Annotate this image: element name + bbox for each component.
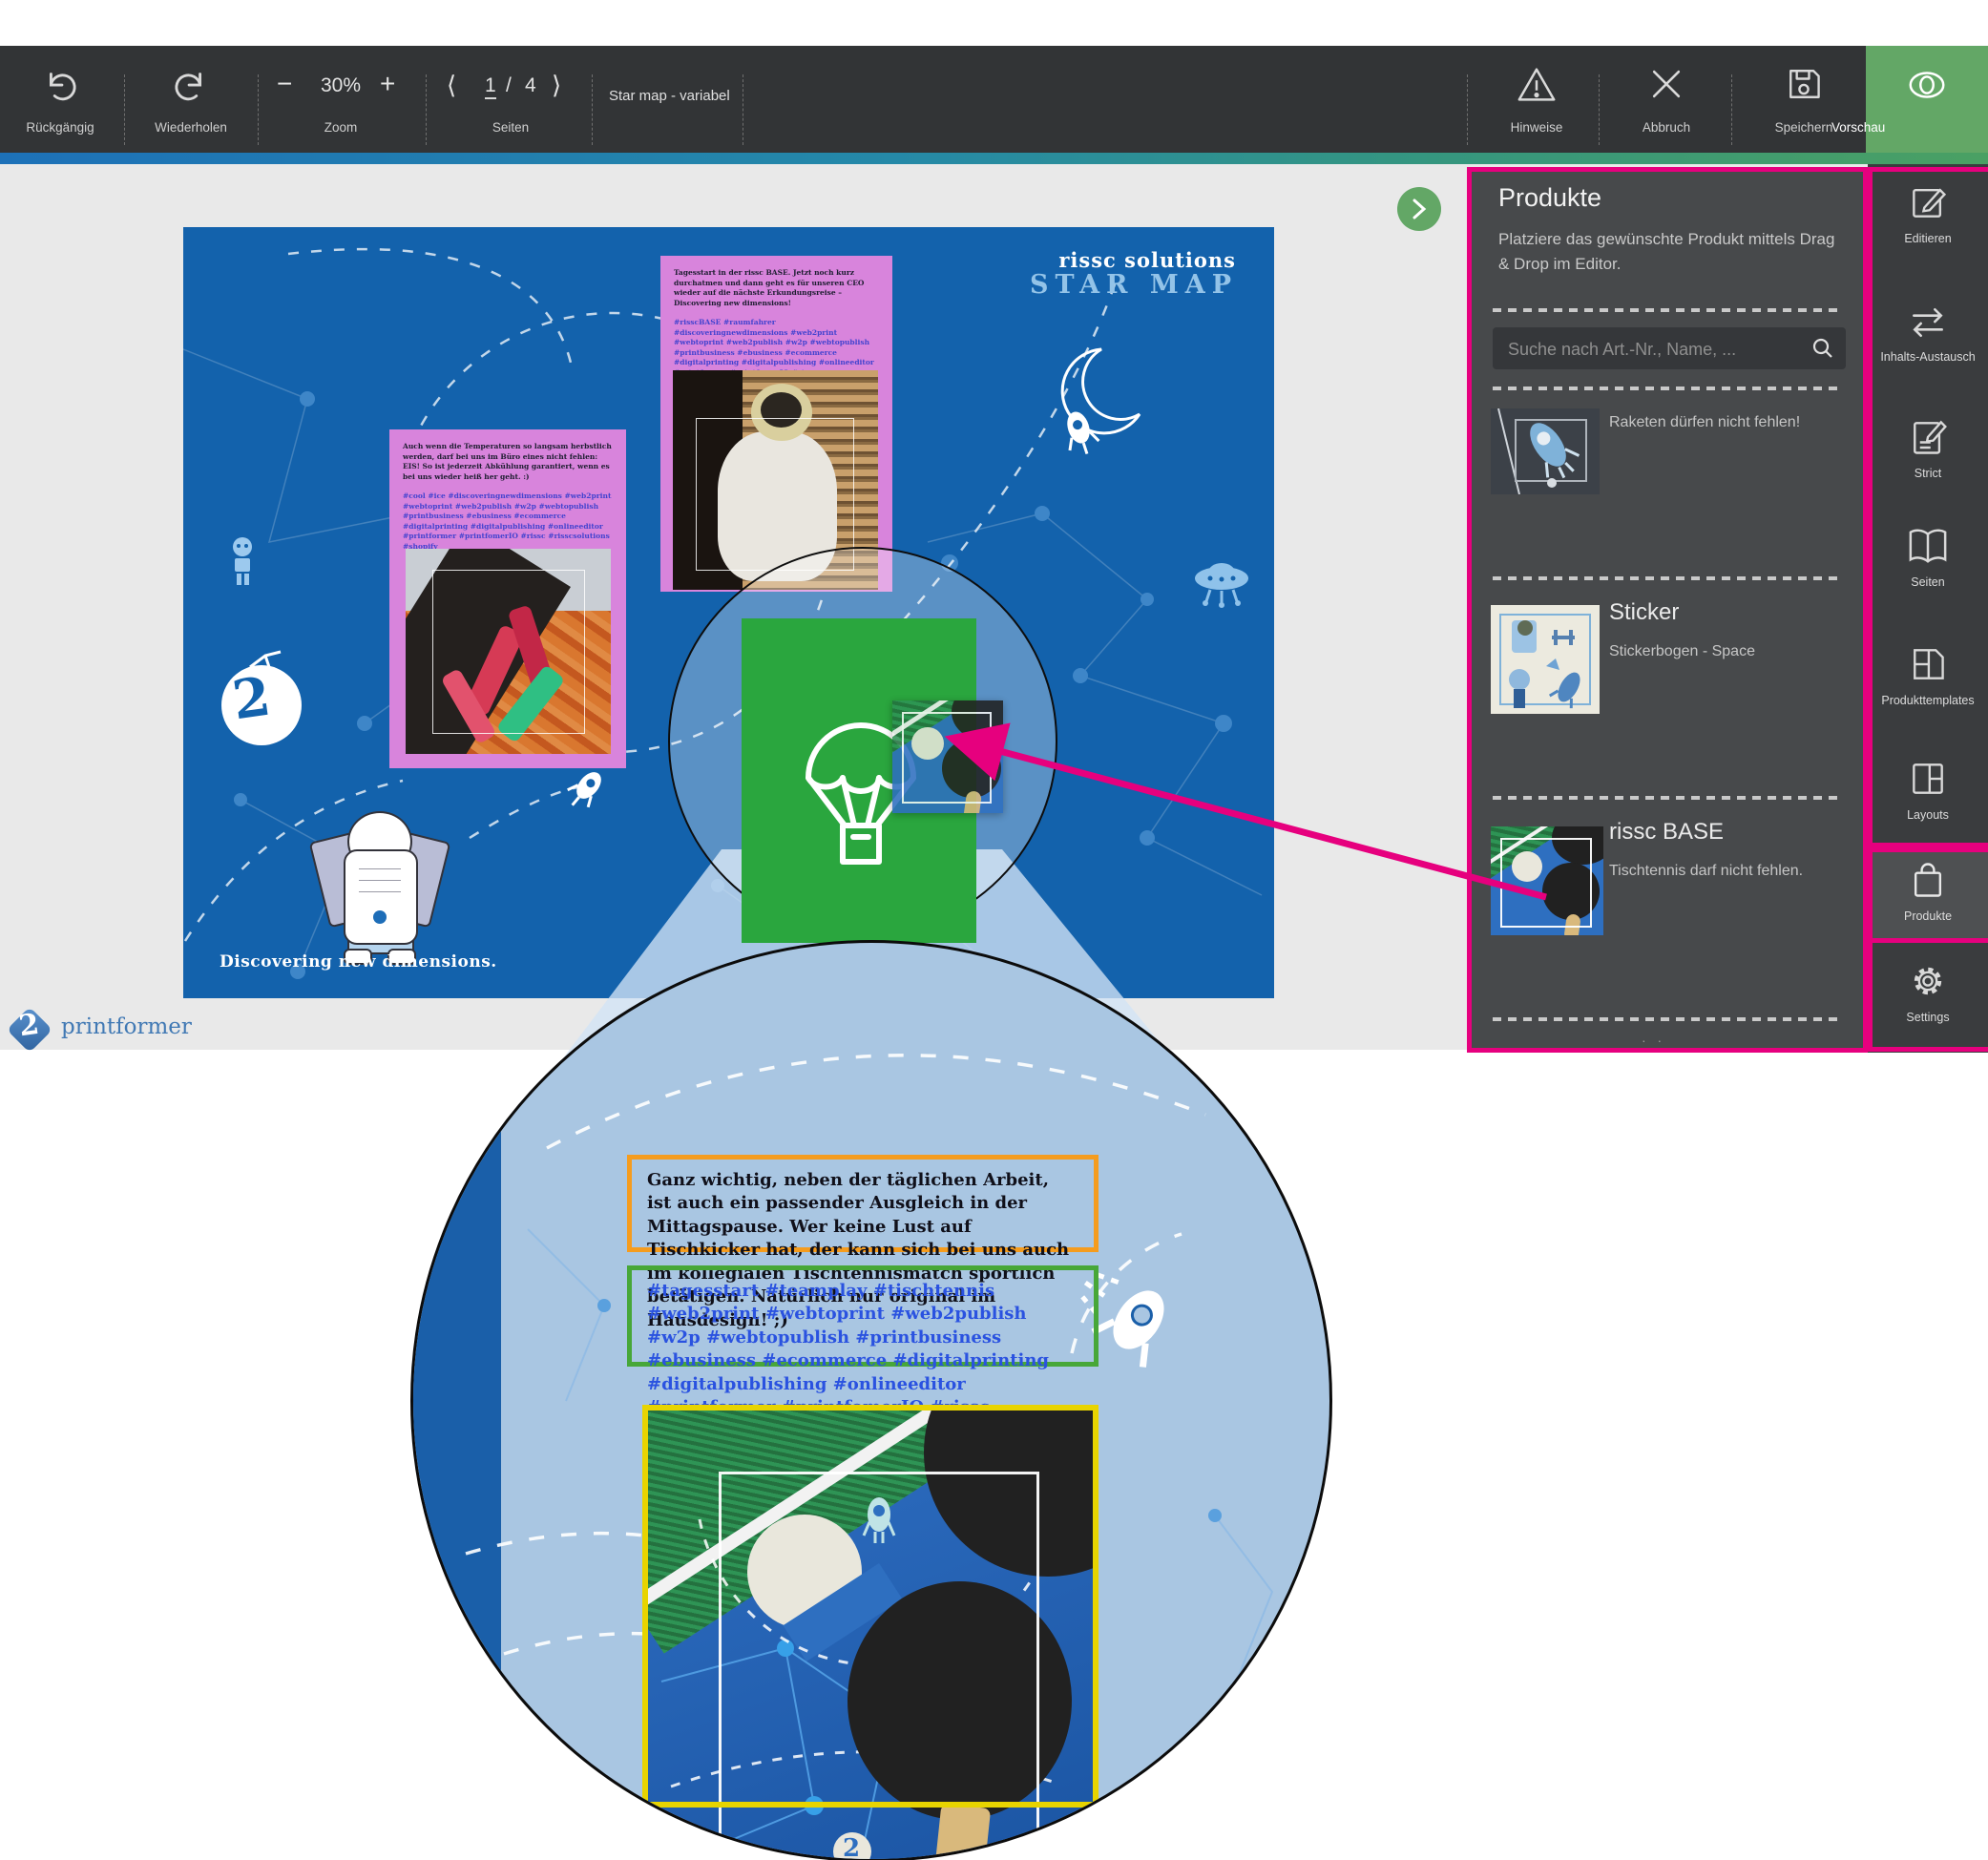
panel-title: Produkte	[1498, 183, 1601, 213]
rail-item-inhalts-austausch[interactable]: Inhalts-Austausch	[1868, 303, 1988, 364]
rail-item-seiten[interactable]: Seiten	[1868, 527, 1988, 589]
content-swap-icon	[1907, 303, 1949, 342]
product-thumbnail	[1491, 826, 1603, 935]
brand-line1: rissc solutions	[1058, 248, 1236, 272]
product-description: Stickerbogen - Space	[1609, 641, 1848, 662]
settings-gear-icon	[1907, 960, 1949, 1002]
pages-book-icon	[1906, 527, 1950, 567]
moon-icon	[1062, 349, 1140, 433]
rail-item-layouts[interactable]: Layouts	[1868, 758, 1988, 822]
magnifier-detail-circle: Ganz wichtig, neben der täglichen Arbeit…	[410, 940, 1332, 1860]
product-description: Raketen dürfen nicht fehlen!	[1609, 412, 1848, 433]
search-icon	[1811, 337, 1834, 360]
strict-document-icon	[1907, 416, 1949, 458]
progress-gradient-bar	[0, 153, 1988, 164]
telescope-icon	[244, 650, 286, 669]
product-description: Tischtennis darf nicht fehlen.	[1609, 861, 1848, 882]
note-text: Auch wenn die Temperaturen so langsam he…	[403, 442, 613, 482]
panel-subtitle: Platziere das gewünschte Produkt mittels…	[1498, 227, 1838, 276]
hints-button[interactable]: Hinweise	[1489, 46, 1584, 153]
dashed-divider	[1493, 576, 1842, 580]
products-panel: Produkte Platziere das gewünschte Produk…	[1467, 167, 1868, 1053]
alien-icon	[233, 537, 252, 585]
dashed-divider	[1493, 387, 1842, 390]
rocket-icon	[1059, 408, 1102, 459]
note-text: Tagesstart in der rissc BASE. Jetzt noch…	[674, 268, 879, 308]
cancel-button[interactable]: Abbruch	[1621, 46, 1712, 153]
rail-item-produkte[interactable]: Produkte	[1868, 859, 1988, 923]
dashed-divider	[1493, 308, 1842, 312]
rail-item-editieren[interactable]: Editieren	[1868, 181, 1988, 245]
dragged-product-thumbnail[interactable]	[892, 700, 1003, 813]
search-input[interactable]	[1506, 327, 1806, 371]
rail-item-settings[interactable]: Settings	[1868, 960, 1988, 1024]
undo-icon	[38, 63, 82, 112]
page-separator: /	[506, 74, 512, 97]
layouts-icon	[1907, 758, 1949, 800]
close-icon	[1645, 63, 1687, 110]
page-current-input[interactable]: 1	[485, 74, 496, 99]
warning-icon	[1515, 63, 1559, 112]
product-search[interactable]	[1493, 327, 1846, 369]
pages-label: Seiten	[415, 120, 606, 135]
preview-eye-icon	[1905, 63, 1949, 112]
dashed-divider	[1493, 1017, 1842, 1021]
dashed-divider	[1493, 796, 1842, 800]
magnified-hashtag-block: #tagesstart #teamplay #tischtennis #web2…	[627, 1265, 1099, 1367]
save-button[interactable]: Speichern	[1754, 46, 1853, 153]
poster-edge-strip	[413, 943, 501, 1859]
toolbar-divider	[592, 74, 593, 145]
rocket-icon	[562, 765, 609, 814]
image-bounds-annotation	[642, 1405, 1099, 1808]
edit-icon	[1907, 181, 1949, 223]
rocket-chalk-icon	[1491, 408, 1600, 494]
products-bag-icon	[1907, 859, 1949, 901]
redo-button[interactable]: Wiederholen	[148, 46, 234, 153]
next-item-hint: · ·	[1642, 1033, 1665, 1048]
document-name: Star map - variabel	[609, 88, 730, 104]
product-templates-icon	[1907, 643, 1949, 685]
undo-button[interactable]: Rückgängig	[17, 46, 103, 153]
note-hashtags: #cool #ice #discoveringnewdimensions #we…	[403, 491, 613, 552]
ice-pops-photo	[406, 549, 611, 754]
zoom-label: Zoom	[245, 120, 436, 135]
chevron-right-icon	[1410, 198, 1429, 220]
social-post-note-left[interactable]: Auch wenn die Temperaturen so langsam he…	[389, 429, 626, 768]
zoom-value: 30%	[321, 74, 361, 97]
redo-icon	[169, 63, 213, 112]
product-title: rissc BASE	[1609, 819, 1724, 846]
zoom-out-button[interactable]: −	[277, 69, 292, 99]
product-title: Sticker	[1609, 599, 1679, 626]
magnified-text-block: Ganz wichtig, neben der täglichen Arbeit…	[627, 1155, 1099, 1252]
zoom-in-button[interactable]: +	[380, 69, 395, 99]
editor-window: Rückgängig Wiederholen − 30% + Zoom ⟨ 1 …	[0, 0, 1988, 1860]
page-prev-icon[interactable]: ⟨	[447, 71, 456, 100]
page-total: 4	[525, 74, 536, 97]
social-post-note-top[interactable]: Tagesstart in der rissc BASE. Jetzt noch…	[660, 256, 892, 592]
zoom-group: − 30% + Zoom	[271, 46, 410, 153]
preview-button[interactable]: Vorschau	[1866, 46, 1988, 153]
preview-label: Vorschau	[1831, 120, 1988, 135]
rissc-planet-logo: 2	[221, 665, 302, 745]
printformer-logo-text: printformer	[61, 1014, 192, 1039]
tool-rail: Editieren Inhalts-Austausch Strict Seite…	[1868, 164, 1988, 1053]
pages-group: ⟨ 1 / 4 ⟩ Seiten	[439, 46, 582, 153]
rail-item-produkttemplates[interactable]: Produkttemplates	[1868, 643, 1988, 707]
product-thumbnail	[1491, 408, 1600, 494]
rail-item-strict[interactable]: Strict	[1868, 416, 1988, 480]
page-next-icon[interactable]: ⟩	[552, 71, 561, 100]
top-toolbar: Rückgängig Wiederholen − 30% + Zoom ⟨ 1 …	[0, 46, 1988, 153]
save-icon	[1783, 63, 1825, 110]
panel-collapse-button[interactable]	[1397, 187, 1441, 231]
sticker-sheet-icon	[1491, 605, 1600, 714]
ufo-icon	[1195, 563, 1248, 608]
brand-line2: STAR MAP	[1030, 270, 1238, 300]
product-thumbnail	[1491, 605, 1600, 714]
